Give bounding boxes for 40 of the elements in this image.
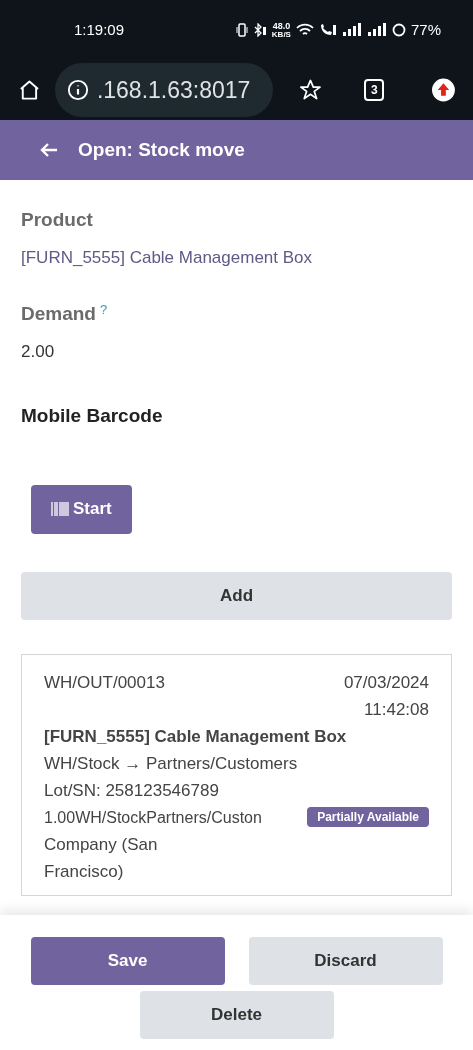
address-bar[interactable]: .168.1.63:8017: [54, 63, 274, 117]
clock-time: 1:19:09: [74, 19, 125, 40]
move-product: [FURN_5555] Cable Management Box: [44, 725, 348, 748]
call-icon: [318, 23, 337, 37]
save-button[interactable]: Save: [30, 937, 225, 985]
signal-icon: [366, 23, 387, 37]
url-text: .168.1.63:8017: [96, 75, 251, 105]
field-value: 2.00: [21, 340, 56, 363]
move-route: WH/Stock → Partners/Customers: [44, 752, 299, 775]
update-icon[interactable]: [432, 77, 456, 103]
move-date: 07/03/2024: [343, 671, 429, 694]
field-label: Product: [21, 208, 93, 232]
start-button[interactable]: Start: [31, 484, 132, 534]
battery-percent: 77%: [410, 19, 441, 40]
network-speed: 48.0: [272, 21, 291, 31]
page-title: Open: Stock move: [78, 137, 245, 162]
info-icon[interactable]: [66, 79, 89, 101]
move-quantity-locations: 1.00WH/StockPartners/Custon: [44, 807, 262, 828]
bluetooth-icon: [252, 23, 267, 37]
home-icon[interactable]: [18, 77, 41, 103]
move-time: 11:42:08: [364, 698, 429, 721]
delete-button[interactable]: Delete: [139, 991, 334, 1039]
move-company: Company (San Francisco): [44, 833, 159, 883]
stock-move-card[interactable]: WH/OUT/00013 07/03/2024 11:42:08 [FURN_5555] Cable Management Box WH/Stock → Partners/Customers Lot/SN: 258123546789 1.00WH/StockPartners/Custon Partially Available Company (San Francisco): [21, 653, 452, 896]
speed-unit: KB/S: [271, 30, 291, 39]
battery-ring-icon: [391, 23, 406, 37]
field-label: Demand: [21, 302, 96, 326]
move-reference: WH/OUT/00013: [44, 671, 165, 694]
section-title: Mobile Barcode: [21, 404, 164, 428]
move-lot: Lot/SN: 258123546789: [44, 779, 220, 802]
field-value[interactable]: [FURN_5555] Cable Management Box: [21, 244, 452, 270]
add-button[interactable]: Add: [21, 571, 452, 620]
back-arrow-icon[interactable]: [40, 142, 58, 158]
status-badge: Partially Available: [307, 807, 429, 827]
signal-icon: [341, 23, 362, 37]
discard-button[interactable]: Discard: [248, 937, 443, 985]
tab-count[interactable]: 3: [364, 79, 385, 101]
wifi-icon: [295, 23, 314, 37]
barcode-icon: [51, 501, 70, 517]
vibrate-icon: [235, 23, 248, 37]
